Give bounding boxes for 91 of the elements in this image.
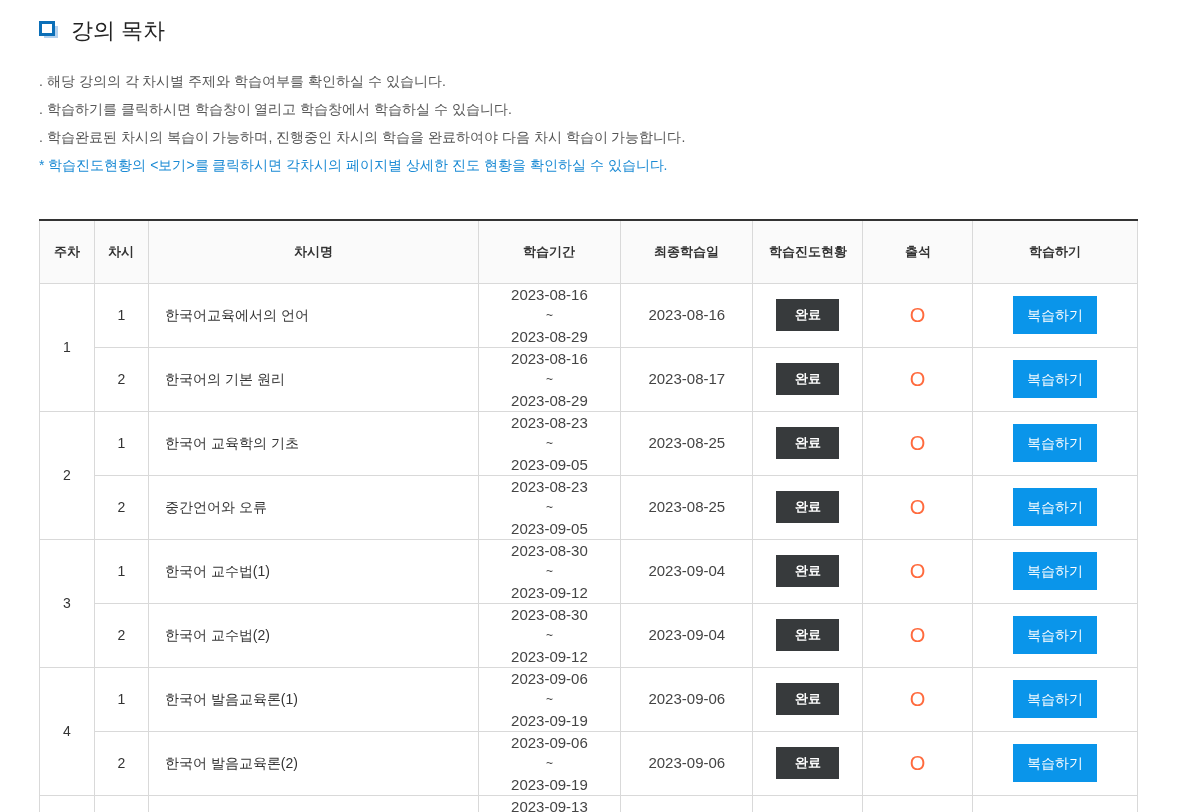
- attendance-mark: O: [909, 432, 926, 454]
- session-title: 한국어 교수법(2): [164, 626, 270, 643]
- column-header: 최종학습일: [654, 244, 720, 259]
- period-separator: ~: [545, 754, 553, 772]
- period-start-date: 2023-08-16: [511, 284, 588, 305]
- attendance-mark: O: [909, 560, 926, 582]
- week-number: 4: [63, 722, 71, 739]
- status-badge: 완료: [776, 491, 840, 523]
- notice-text: . 학습하기를 클릭하시면 학습창이 열리고 학습창에서 학습하실 수 있습니다.: [39, 100, 512, 119]
- column-header: 차시: [108, 244, 135, 259]
- last-study-date: 2023-09-04: [648, 561, 726, 579]
- session-title: 한국어 교수법(1): [164, 562, 270, 579]
- period-separator: ~: [545, 306, 553, 324]
- period-end-date: 2023-09-12: [511, 646, 588, 667]
- status-badge: 완료: [776, 747, 840, 779]
- attendance-mark: O: [909, 496, 926, 518]
- section-title: 강의 목차: [71, 16, 166, 45]
- period-start-date: 2023-08-30: [511, 604, 588, 625]
- period-separator: ~: [545, 562, 553, 580]
- period-separator: ~: [545, 370, 553, 388]
- column-header: 출석: [904, 244, 931, 259]
- last-study-date: 2023-09-06: [648, 689, 726, 707]
- review-button[interactable]: 복습하기: [1013, 616, 1097, 654]
- period-separator: ~: [545, 434, 553, 452]
- review-button[interactable]: 복습하기: [1013, 744, 1097, 782]
- period-end-date: 2023-09-19: [511, 710, 588, 731]
- notice-text: . 해당 강의의 각 차시별 주제와 학습여부를 확인하실 수 있습니다.: [39, 72, 446, 91]
- period-end-date: 2023-09-19: [511, 774, 588, 795]
- period-end-date: 2023-09-05: [511, 518, 588, 539]
- period-separator: ~: [545, 498, 553, 516]
- review-button[interactable]: 복습하기: [1013, 360, 1097, 398]
- column-header: 학습하기: [1029, 244, 1081, 259]
- attendance-mark: O: [909, 688, 926, 710]
- status-badge: 완료: [776, 299, 840, 331]
- review-button[interactable]: 복습하기: [1013, 296, 1097, 334]
- period-start-date: 2023-09-13: [511, 796, 588, 812]
- last-study-date: 2023-08-17: [648, 369, 726, 387]
- period-separator: ~: [545, 690, 553, 708]
- session-number: 1: [117, 306, 126, 323]
- session-number: 2: [117, 626, 126, 643]
- session-number: 1: [117, 434, 126, 451]
- attendance-mark: O: [909, 624, 926, 646]
- attendance-mark: O: [909, 304, 926, 326]
- session-title: 한국어 발음교육론(1): [164, 690, 298, 707]
- review-button[interactable]: 복습하기: [1013, 552, 1097, 590]
- review-button[interactable]: 복습하기: [1013, 680, 1097, 718]
- period-start-date: 2023-09-06: [511, 732, 588, 753]
- attendance-mark: O: [909, 368, 926, 390]
- notice-text: * 학습진도현황의 <보기>를 클릭하시면 각차시의 페이지별 상세한 진도 현황을 확인하실 수 있습니다.: [39, 156, 668, 175]
- column-header: 학습기간: [523, 244, 576, 259]
- status-badge: 완료: [776, 555, 840, 587]
- session-title: 한국어 발음교육론(2): [164, 754, 298, 771]
- session-number: 2: [117, 754, 126, 771]
- week-number: 2: [63, 466, 71, 483]
- status-badge: 완료: [776, 683, 840, 715]
- notice-text: . 학습완료된 차시의 복습이 가능하며, 진행중인 차시의 학습을 완료하여야 다음 차시 학습이 가능합니다.: [39, 128, 686, 147]
- last-study-date: 2023-08-25: [648, 497, 726, 515]
- last-study-date: 2023-08-25: [648, 433, 726, 451]
- attendance-mark: O: [909, 752, 926, 774]
- period-start-date: 2023-08-23: [511, 412, 588, 433]
- column-header: 학습진도현황: [768, 244, 847, 259]
- session-title: 한국어교육에서의 언어: [164, 306, 309, 323]
- period-start-date: 2023-08-23: [511, 476, 588, 497]
- period-start-date: 2023-09-06: [511, 668, 588, 689]
- session-number: 1: [117, 690, 126, 707]
- column-header: 차시명: [293, 244, 333, 259]
- week-number: 3: [63, 594, 71, 611]
- session-title: 한국어의 기본 원리: [164, 370, 285, 387]
- period-start-date: 2023-08-16: [511, 348, 588, 369]
- week-number: 1: [63, 338, 71, 355]
- session-number: 2: [117, 498, 126, 515]
- period-start-date: 2023-08-30: [511, 540, 588, 561]
- status-badge: 완료: [776, 619, 840, 651]
- square-icon: [39, 21, 59, 39]
- period-end-date: 2023-08-29: [511, 390, 588, 411]
- column-header: 주차: [53, 244, 80, 259]
- status-badge: 완료: [776, 427, 840, 459]
- session-title: 한국어 교육학의 기초: [164, 434, 299, 451]
- period-end-date: 2023-09-05: [511, 454, 588, 475]
- period-separator: ~: [545, 626, 553, 644]
- status-badge: 완료: [776, 363, 840, 395]
- period-end-date: 2023-09-12: [511, 582, 588, 603]
- last-study-date: 2023-09-06: [648, 753, 726, 771]
- review-button[interactable]: 복습하기: [1013, 488, 1097, 526]
- period-end-date: 2023-08-29: [511, 326, 588, 347]
- last-study-date: 2023-08-16: [648, 305, 726, 323]
- last-study-date: 2023-09-04: [648, 625, 726, 643]
- session-number: 1: [117, 562, 126, 579]
- session-title: 중간언어와 오류: [164, 498, 267, 515]
- review-button[interactable]: 복습하기: [1013, 424, 1097, 462]
- session-number: 2: [117, 370, 126, 387]
